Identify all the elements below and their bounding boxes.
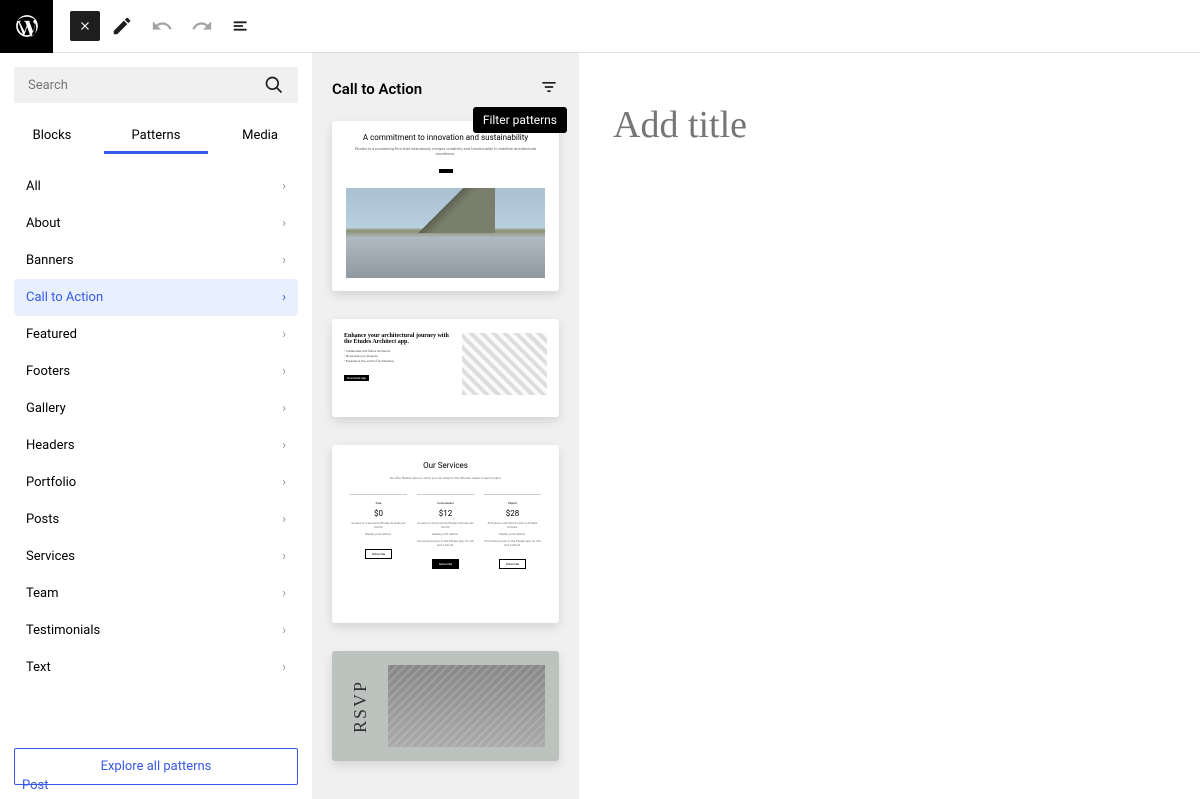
category-item[interactable]: Headers › bbox=[0, 427, 312, 464]
category-label: Featured bbox=[26, 327, 77, 342]
pattern2-title: Enhance your architectural journey with … bbox=[344, 333, 452, 345]
close-icon bbox=[78, 19, 92, 33]
chevron-right-icon: › bbox=[282, 549, 286, 564]
tab-media[interactable]: Media bbox=[208, 117, 312, 154]
pattern3-sub: We offer flexible options, which you can… bbox=[350, 476, 541, 480]
chevron-right-icon: › bbox=[282, 290, 286, 305]
undo-button[interactable] bbox=[144, 8, 180, 44]
category-label: Posts bbox=[26, 512, 59, 527]
chevron-right-icon: › bbox=[282, 586, 286, 601]
category-item[interactable]: Footers › bbox=[0, 353, 312, 390]
pattern1-image bbox=[346, 188, 545, 278]
chevron-right-icon: › bbox=[282, 475, 286, 490]
category-label: Testimonials bbox=[26, 623, 100, 638]
document-overview-button[interactable] bbox=[224, 8, 260, 44]
category-item[interactable]: Banners › bbox=[0, 242, 312, 279]
category-item[interactable]: All › bbox=[0, 168, 312, 205]
category-list: All›About›Banners›Call to Action›Feature… bbox=[0, 154, 312, 734]
category-label: Portfolio bbox=[26, 475, 76, 490]
tab-patterns[interactable]: Patterns bbox=[104, 117, 208, 154]
chevron-right-icon: › bbox=[282, 512, 286, 527]
pattern2-btn: Download app bbox=[344, 375, 369, 381]
patterns-panel: Call to Action Filter patterns A commitm… bbox=[312, 53, 579, 799]
category-item[interactable]: Featured › bbox=[0, 316, 312, 353]
chevron-right-icon: › bbox=[282, 327, 286, 342]
pencil-icon bbox=[111, 15, 133, 37]
pattern3-title: Our Services bbox=[350, 461, 541, 470]
pricing-tier: Connoisseur$12Access to 20 exclusive Étu… bbox=[417, 494, 474, 569]
panel-title: Call to Action bbox=[332, 80, 422, 98]
editor-canvas[interactable]: Add title bbox=[579, 53, 1200, 799]
category-label: Gallery bbox=[26, 401, 66, 416]
panel-header: Call to Action Filter patterns bbox=[332, 77, 559, 101]
edit-tool-button[interactable] bbox=[104, 8, 140, 44]
category-item[interactable]: About › bbox=[0, 205, 312, 242]
wordpress-logo[interactable] bbox=[0, 0, 53, 53]
search-icon bbox=[264, 75, 284, 95]
pattern1-title: A commitment to innovation and sustainab… bbox=[346, 133, 545, 142]
pricing-tier: Expert$28Exclusive, unlimited access to … bbox=[484, 494, 541, 569]
chevron-right-icon: › bbox=[282, 179, 286, 194]
category-label: All bbox=[26, 179, 41, 194]
pattern1-btn-mock bbox=[439, 169, 453, 173]
category-label: Headers bbox=[26, 438, 75, 453]
tab-blocks[interactable]: Blocks bbox=[0, 117, 104, 154]
main-area: Blocks Patterns Media All › About › Banners ›… bbox=[0, 53, 1200, 799]
filter-icon bbox=[539, 77, 559, 97]
close-inserter-button[interactable] bbox=[70, 11, 100, 41]
search-input[interactable] bbox=[28, 78, 264, 93]
pattern4-image bbox=[388, 665, 545, 747]
category-item[interactable]: Call to Action › bbox=[14, 279, 298, 316]
category-label: Team bbox=[26, 586, 59, 601]
pattern2-li: • Experience the world of architecture. bbox=[344, 359, 452, 363]
chevron-right-icon: › bbox=[282, 401, 286, 416]
category-item[interactable]: Gallery › bbox=[0, 390, 312, 427]
pattern-card[interactable]: RSVP bbox=[332, 651, 559, 761]
chevron-right-icon: › bbox=[282, 216, 286, 231]
filter-patterns-button[interactable]: Filter patterns bbox=[539, 77, 559, 101]
category-label: Banners bbox=[26, 253, 74, 268]
pattern-card[interactable]: A commitment to innovation and sustainab… bbox=[332, 121, 559, 291]
pattern3-tiers: Free$0Access to 5 exclusive Études Artic… bbox=[350, 494, 541, 569]
category-label: Services bbox=[26, 549, 75, 564]
footer-post-link[interactable]: Post bbox=[0, 772, 71, 799]
category-item[interactable]: Text › bbox=[0, 649, 312, 686]
pattern1-desc: Études is a pioneering firm that seamles… bbox=[346, 146, 545, 156]
category-label: Call to Action bbox=[26, 290, 103, 305]
pattern2-li: • Showcase your projects. bbox=[344, 354, 452, 358]
category-item[interactable]: Portfolio › bbox=[0, 464, 312, 501]
redo-button[interactable] bbox=[184, 8, 220, 44]
post-title-placeholder[interactable]: Add title bbox=[613, 103, 1166, 147]
chevron-right-icon: › bbox=[282, 438, 286, 453]
top-toolbar bbox=[0, 0, 1200, 53]
category-item[interactable]: Team › bbox=[0, 575, 312, 612]
inserter-sidebar: Blocks Patterns Media All › About › Banners ›… bbox=[0, 53, 312, 799]
category-label: About bbox=[26, 216, 61, 231]
search-box[interactable] bbox=[14, 67, 298, 103]
pattern4-rsvp: RSVP bbox=[351, 679, 372, 732]
list-view-icon bbox=[231, 15, 253, 37]
category-label: Footers bbox=[26, 364, 70, 379]
filter-tooltip: Filter patterns bbox=[473, 107, 567, 133]
redo-icon bbox=[191, 15, 213, 37]
undo-icon bbox=[151, 15, 173, 37]
chevron-right-icon: › bbox=[282, 660, 286, 675]
chevron-right-icon: › bbox=[282, 253, 286, 268]
category-item[interactable]: Posts › bbox=[0, 501, 312, 538]
pricing-tier: Free$0Access to 5 exclusive Études Artic… bbox=[350, 494, 407, 569]
chevron-right-icon: › bbox=[282, 623, 286, 638]
chevron-right-icon: › bbox=[282, 364, 286, 379]
inserter-tabs: Blocks Patterns Media bbox=[0, 117, 312, 154]
category-item[interactable]: Services › bbox=[0, 538, 312, 575]
pattern2-li: • Collaborate with fellow architects. bbox=[344, 349, 452, 353]
pattern-card[interactable]: Our Services We offer flexible options, … bbox=[332, 445, 559, 623]
pattern2-image bbox=[462, 333, 547, 395]
category-label: Text bbox=[26, 660, 51, 675]
category-item[interactable]: Testimonials › bbox=[0, 612, 312, 649]
pattern-card[interactable]: Enhance your architectural journey with … bbox=[332, 319, 559, 417]
